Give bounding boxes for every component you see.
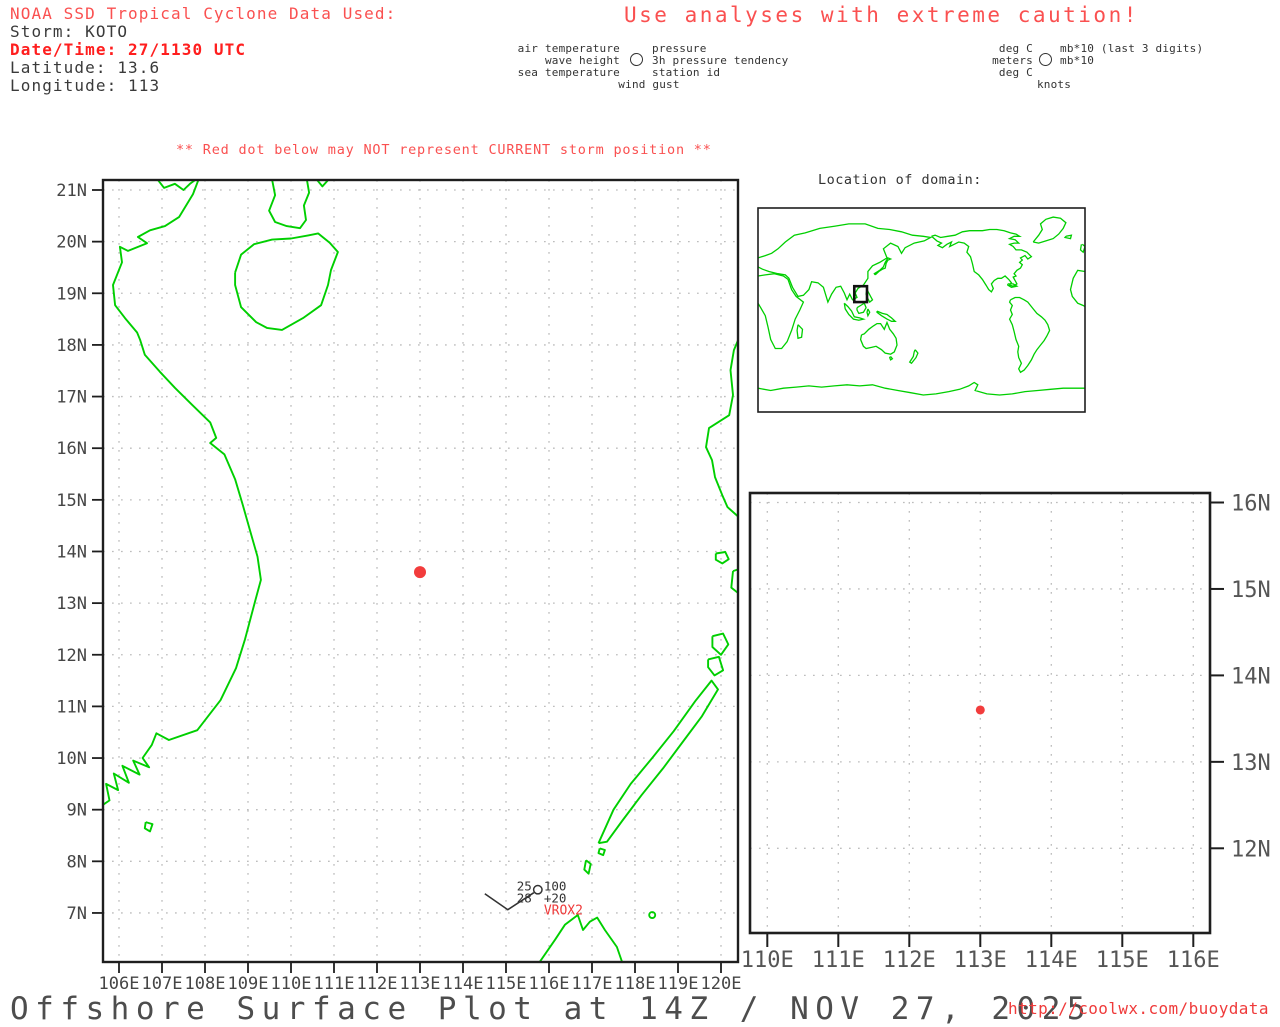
lon-tick-label: 110E [741, 948, 794, 973]
lat-tick-label: 13N [56, 594, 87, 614]
coolwx-url[interactable]: http://coolwx.com/buoydata [1008, 999, 1269, 1018]
lat-tick-label: 14N [1231, 664, 1271, 689]
lat-tick-label: 16N [56, 439, 87, 459]
lat-tick-label: 17N [56, 388, 87, 408]
lat-tick-label: 20N [56, 233, 87, 253]
main-map-axis-labels: 106E107E108E109E110E111E112E113E114E115E… [56, 181, 741, 994]
lat-tick-label: 10N [56, 749, 87, 769]
storm-position-dot [976, 705, 985, 714]
world-coastlines [758, 217, 1085, 395]
station-id: VROX2 [544, 904, 583, 919]
detail-map: 110E 111E 112E 113E 114E 115E 116E 16N 15N 14N 13N… [741, 492, 1271, 974]
surface-plot-canvas: 106E107E108E109E110E111E112E113E114E115E… [0, 0, 1280, 1024]
main-map-ticks [92, 190, 721, 973]
station-sea-temp: 28 [517, 891, 532, 906]
lat-tick-label: 8N [67, 852, 87, 872]
lat-tick-label: 19N [56, 284, 87, 304]
lon-tick-label: 114E [1025, 948, 1078, 973]
detail-map-ticks [767, 503, 1224, 948]
detail-map-axis-labels: 110E 111E 112E 113E 114E 115E 116E 16N 15N 14N 13N… [741, 492, 1271, 974]
lat-tick-label: 21N [56, 181, 87, 201]
lat-tick-label: 14N [56, 542, 87, 562]
lon-tick-label: 111E [812, 948, 865, 973]
lat-tick-label: 11N [56, 697, 87, 717]
plot-title: Offshore Surface Plot at 14Z / NOV 27, 2… [10, 991, 1092, 1027]
lat-tick-label: 15N [56, 491, 87, 511]
main-map: 106E107E108E109E110E111E112E113E114E115E… [56, 180, 741, 994]
buoy-plot-page: { "colors": { "coast_green": "#00cf00", … [0, 0, 1280, 1024]
lat-tick-label: 16N [1231, 492, 1271, 517]
station-circle-icon [534, 886, 542, 894]
lat-tick-label: 15N [1231, 578, 1271, 603]
lat-tick-label: 12N [56, 646, 87, 666]
lon-tick-label: 112E [883, 948, 936, 973]
lon-tick-label: 116E [1167, 948, 1220, 973]
lat-tick-label: 13N [1231, 751, 1271, 776]
lon-tick-label: 113E [954, 948, 1007, 973]
lat-tick-label: 12N [1231, 837, 1271, 862]
lat-tick-label: 18N [56, 336, 87, 356]
storm-position-dot [414, 566, 426, 578]
lat-tick-label: 9N [67, 801, 87, 821]
lon-tick-label: 115E [1096, 948, 1149, 973]
world-locator-map [758, 208, 1085, 412]
lat-tick-label: 7N [67, 904, 87, 924]
